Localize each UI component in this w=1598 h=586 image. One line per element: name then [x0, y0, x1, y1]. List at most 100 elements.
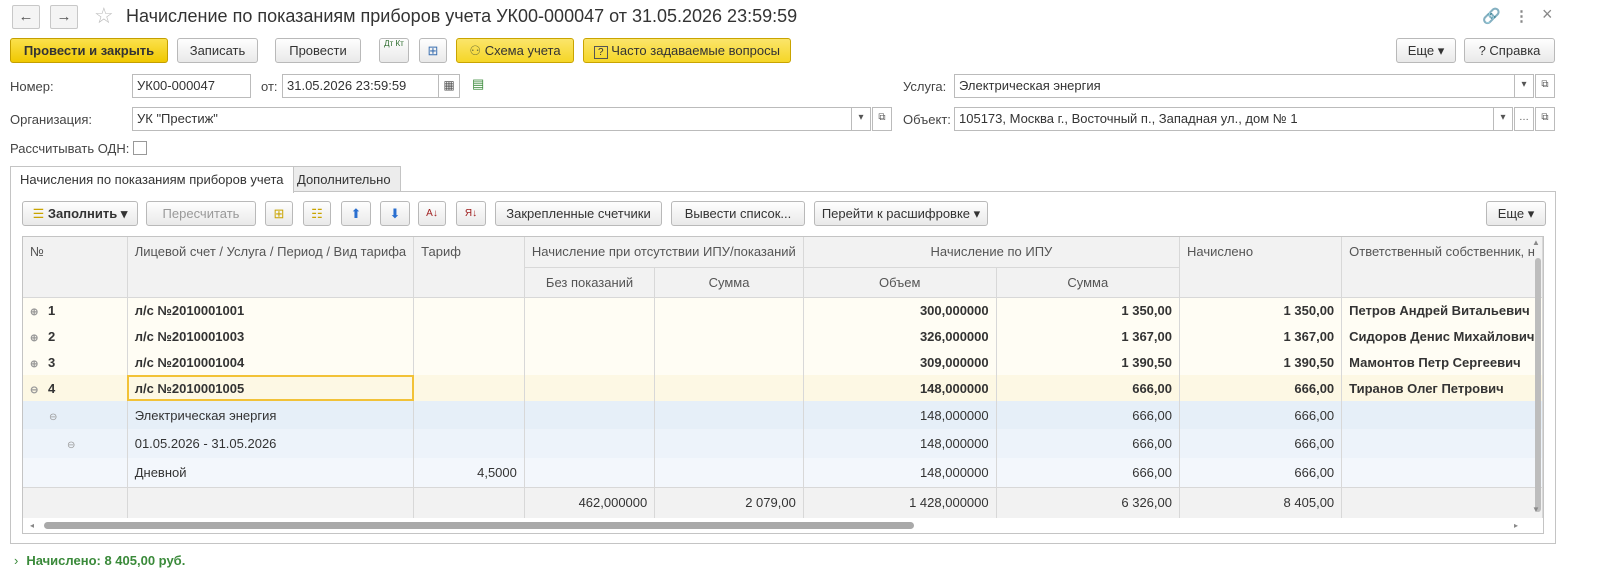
- row-tariff: [413, 349, 525, 375]
- table-row[interactable]: ⊕ 3 л/с №2010001004 309,000000 1 390,50 1…: [23, 349, 1543, 375]
- forward-button[interactable]: →: [50, 5, 78, 29]
- grid-frame: № Лицевой счет / Услуга / Период / Вид т…: [22, 236, 1544, 534]
- number-field[interactable]: УК00-000047: [132, 74, 251, 98]
- open-icon[interactable]: ⧉: [872, 107, 892, 131]
- table-row[interactable]: ⊕ 2 л/с №2010001003 326,000000 1 367,00 1…: [23, 323, 1543, 349]
- sort-desc-icon[interactable]: Я↓: [456, 201, 486, 226]
- object-field[interactable]: 105173, Москва г., Восточный п., Западна…: [954, 107, 1494, 131]
- row-no-readings: [524, 375, 656, 401]
- row-sum2: 1 367,00: [996, 323, 1180, 349]
- vertical-scrollbar[interactable]: ▲ ▼: [1532, 238, 1544, 518]
- open-icon[interactable]: ⧉: [1535, 107, 1555, 131]
- header-tariff[interactable]: Тариф: [413, 237, 525, 298]
- dt-kt-icon[interactable]: Дт Кт: [379, 38, 409, 63]
- select-ellipsis-button[interactable]: …: [1514, 107, 1534, 131]
- structure-icon[interactable]: ⊞: [419, 38, 447, 63]
- header-no-readings[interactable]: Без показаний: [524, 267, 656, 298]
- move-up-icon[interactable]: ⬆: [341, 201, 371, 226]
- row-owner: Мамонтов Петр Сергеевич: [1341, 349, 1543, 375]
- header-account[interactable]: Лицевой счет / Услуга / Период / Вид тар…: [127, 237, 415, 298]
- table-subrow[interactable]: ⊖ Электрическая энергия 148,000000 666,0…: [23, 401, 1543, 429]
- expand-arrow-icon: ›: [14, 553, 19, 568]
- favorite-star-icon[interactable]: ☆: [94, 3, 114, 29]
- goto-breakdown-button[interactable]: Перейти к расшифровке ▾: [814, 201, 988, 226]
- vertical-scroll-thumb[interactable]: [1535, 258, 1541, 512]
- row-owner: Сидоров Денис Михайлович: [1341, 323, 1543, 349]
- fill-button[interactable]: ☰ Заполнить ▾: [22, 201, 138, 226]
- horizontal-scrollbar[interactable]: ◂ ▸: [22, 519, 1532, 533]
- link-icon[interactable]: 🔗: [1482, 7, 1501, 25]
- more-button[interactable]: Еще ▾: [1396, 38, 1456, 63]
- tab-meter-charges[interactable]: Начисления по показаниям приборов учета: [10, 166, 294, 193]
- expand-icon[interactable]: ⊕: [30, 359, 40, 370]
- header-sum2[interactable]: Сумма: [996, 267, 1180, 298]
- odn-checkbox[interactable]: [133, 141, 147, 155]
- faq-button[interactable]: ? Часто задаваемые вопросы: [583, 38, 791, 63]
- header-charged[interactable]: Начислено: [1179, 237, 1343, 298]
- post-and-close-button[interactable]: Провести и закрыть: [10, 38, 168, 63]
- subrow-charged: 666,00: [1179, 401, 1343, 429]
- header-absent-group: Начисление при отсутствии ИПУ/показаний: [524, 237, 804, 268]
- header-owner[interactable]: Ответственный собственник, н: [1341, 237, 1543, 298]
- tab-additional[interactable]: Дополнительно: [287, 166, 401, 192]
- date-label: от:: [261, 79, 278, 94]
- sort-asc-icon[interactable]: А↓: [418, 201, 446, 226]
- header-num[interactable]: №: [23, 237, 128, 298]
- expand-icon[interactable]: ⊕: [30, 333, 40, 344]
- scroll-left-icon[interactable]: ◂: [30, 521, 34, 530]
- subrow-charged: 666,00: [1179, 429, 1343, 458]
- subrow-volume: 148,000000: [803, 458, 997, 487]
- table-subrow[interactable]: Дневной 4,5000 148,000000 666,00 666,00: [23, 458, 1543, 487]
- table-row[interactable]: ⊕ 1 л/с №2010001001 300,000000 1 350,00 1…: [23, 297, 1543, 323]
- subrow-account: Дневной: [127, 458, 415, 487]
- scroll-up-icon[interactable]: ▲: [1532, 238, 1540, 247]
- open-icon[interactable]: ⧉: [1535, 74, 1555, 98]
- chevron-down-icon[interactable]: ▾: [1514, 74, 1534, 98]
- table-row-selected[interactable]: ⊖ 4 л/с №2010001005 148,000000 666,00 666…: [23, 375, 1543, 401]
- chevron-down-icon[interactable]: ▾: [851, 107, 871, 131]
- service-label: Услуга:: [903, 79, 947, 94]
- row-account: л/с №2010001005: [127, 375, 415, 401]
- page-title: Начисление по показаниям приборов учета …: [126, 6, 798, 26]
- charged-total-status[interactable]: › Начислено: 8 405,00 руб.: [14, 553, 185, 568]
- horizontal-scroll-thumb[interactable]: [44, 522, 914, 529]
- grid-more-button[interactable]: Еще ▾: [1486, 201, 1546, 226]
- organization-label: Организация:: [10, 112, 93, 127]
- row-owner: Петров Андрей Витальевич: [1341, 297, 1543, 323]
- help-button[interactable]: ? Справка: [1464, 38, 1555, 63]
- service-field[interactable]: Электрическая энергия: [954, 74, 1515, 98]
- row-tariff: [413, 297, 525, 323]
- scheme-label: Схема учета: [484, 43, 561, 58]
- row-charged: 1 367,00: [1179, 323, 1343, 349]
- table-subrow[interactable]: ⊖ 01.05.2026 - 31.05.2026 148,000000 666…: [23, 429, 1543, 458]
- date-field[interactable]: 31.05.2026 23:59:59: [282, 74, 439, 98]
- object-label: Объект:: [903, 112, 951, 127]
- accounting-scheme-button[interactable]: ⚇ Схема учета: [456, 38, 574, 63]
- collapse-icon[interactable]: ⊖: [67, 440, 77, 451]
- pinned-meters-button[interactable]: Закрепленные счетчики: [495, 201, 662, 226]
- scroll-down-icon[interactable]: ▼: [1532, 505, 1540, 514]
- header-volume[interactable]: Объем: [803, 267, 997, 298]
- export-list-button[interactable]: Вывести список...: [671, 201, 805, 226]
- organization-field[interactable]: УК "Престиж": [132, 107, 852, 131]
- row-no-readings: [524, 349, 656, 375]
- subrow-tariff: [413, 401, 525, 429]
- chevron-down-icon[interactable]: ▾: [1493, 107, 1513, 131]
- close-icon[interactable]: ×: [1542, 4, 1553, 25]
- collapse-icon[interactable]: ⊖: [30, 385, 40, 396]
- back-button[interactable]: ←: [12, 5, 40, 29]
- calendar-icon[interactable]: ▦: [438, 74, 460, 98]
- header-sum1[interactable]: Сумма: [654, 267, 804, 298]
- subrow-volume: 148,000000: [803, 429, 997, 458]
- add-row-icon[interactable]: ⊞: [265, 201, 293, 226]
- scroll-right-icon[interactable]: ▸: [1514, 521, 1518, 530]
- odn-label: Рассчитывать ОДН:: [10, 141, 130, 156]
- save-button[interactable]: Записать: [177, 38, 258, 63]
- add-subrow-icon[interactable]: ☷: [303, 201, 331, 226]
- collapse-icon[interactable]: ⊖: [49, 412, 59, 423]
- move-down-icon[interactable]: ⬇: [380, 201, 410, 226]
- post-button[interactable]: Провести: [275, 38, 361, 63]
- more-actions-icon[interactable]: ⋮: [1514, 7, 1529, 25]
- fill-icon: ☰: [32, 206, 48, 221]
- expand-icon[interactable]: ⊕: [30, 307, 40, 318]
